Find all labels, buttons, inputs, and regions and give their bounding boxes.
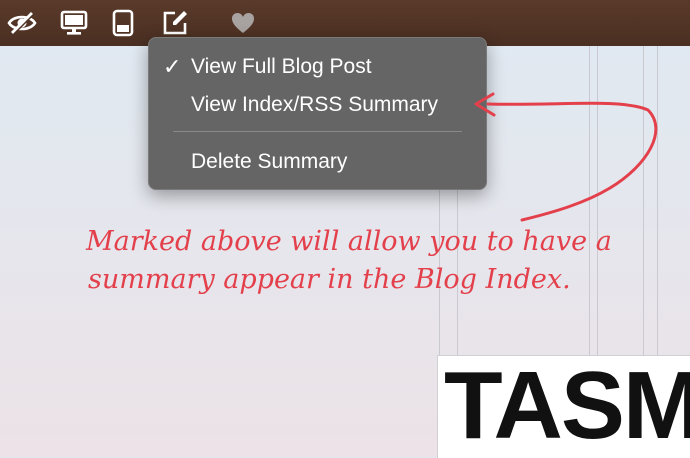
checkmark-icon: ✓ (163, 54, 182, 79)
hero-title: TASMA (444, 355, 690, 458)
favorite-button[interactable] (227, 7, 259, 39)
eye-slash-icon (7, 11, 37, 35)
edit-button[interactable] (159, 7, 191, 39)
heart-icon (232, 13, 254, 33)
desktop-view-button[interactable] (58, 7, 90, 39)
menu-item-view-full-blog-post[interactable]: ✓ View Full Blog Post (149, 50, 486, 82)
annotation-line-2: summary appear in the Blog Index. (88, 264, 571, 295)
menu-item-delete-summary[interactable]: Delete Summary (149, 145, 486, 177)
menu-item-label: View Index/RSS Summary (191, 93, 439, 116)
edit-icon (163, 11, 187, 35)
preview-toggle-button[interactable] (6, 7, 38, 39)
menu-item-label: View Full Blog Post (191, 55, 372, 78)
menu-separator (173, 131, 462, 132)
menu-item-label: Delete Summary (191, 150, 348, 173)
page-hero[interactable]: TASMA (437, 355, 690, 458)
summary-view-menu: ✓ View Full Blog Post View Index/RSS Sum… (148, 37, 487, 190)
annotation-line-1: Marked above will allow you to have a (86, 226, 612, 257)
monitor-icon (60, 10, 88, 35)
menu-item-view-index-rss-summary[interactable]: View Index/RSS Summary (149, 88, 486, 120)
phone-icon (112, 9, 134, 37)
mobile-view-button[interactable] (107, 7, 139, 39)
